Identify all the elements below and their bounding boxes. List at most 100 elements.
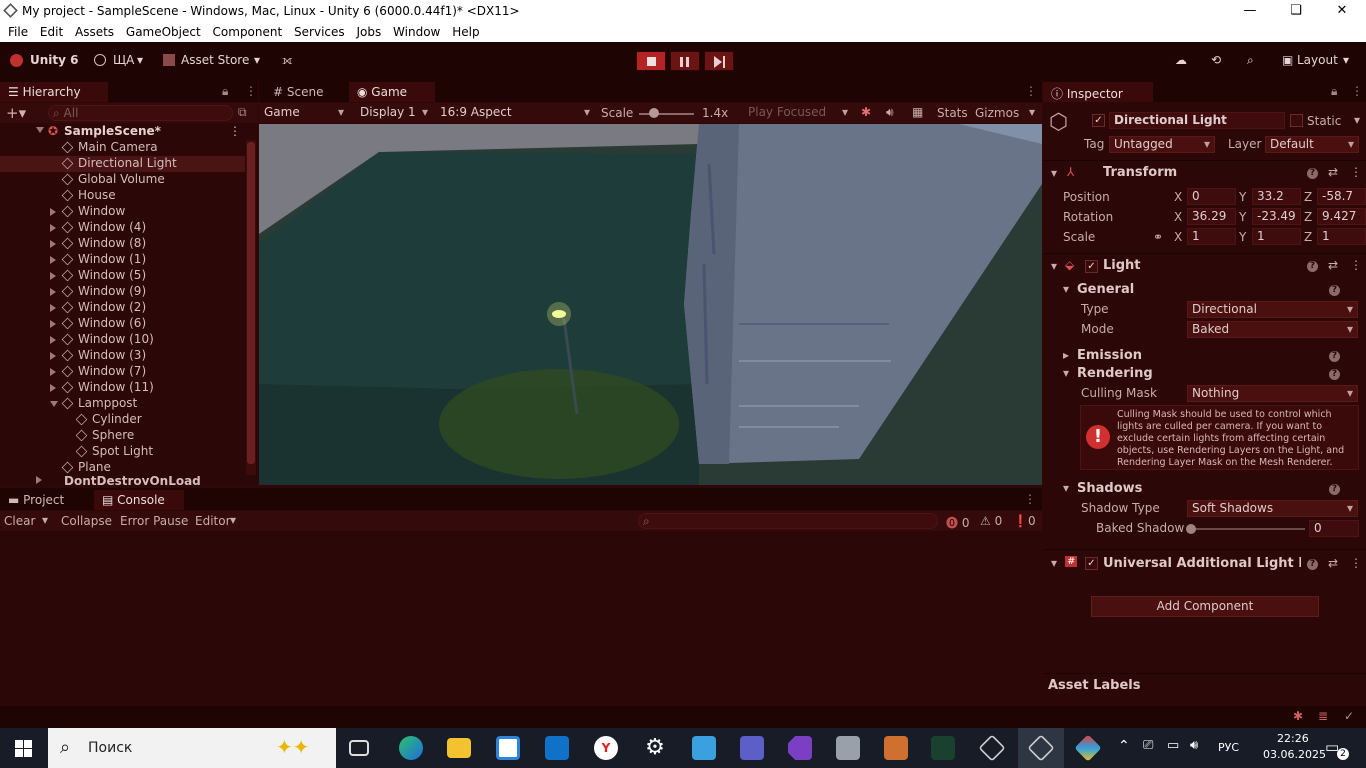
presets-icon[interactable]: ⇄ bbox=[1328, 165, 1338, 179]
step-button[interactable] bbox=[704, 51, 734, 71]
x-axis-label[interactable]: X bbox=[1174, 190, 1182, 204]
help-icon[interactable]: ? bbox=[1307, 559, 1318, 570]
position-x-input[interactable]: 0 bbox=[1187, 188, 1236, 205]
expand-arrow-icon[interactable] bbox=[50, 224, 56, 232]
hierarchy-item[interactable]: Window (3) bbox=[0, 348, 245, 364]
asset-labels-header[interactable]: Asset Labels bbox=[1048, 678, 1140, 693]
search-icon[interactable]: ⌕ bbox=[1247, 53, 1254, 68]
layer-dropdown[interactable]: Default bbox=[1265, 136, 1359, 153]
help-icon[interactable]: ? bbox=[1329, 484, 1340, 495]
active-checkbox[interactable]: ✓ bbox=[1092, 114, 1105, 127]
help-icon[interactable]: ? bbox=[1307, 261, 1318, 272]
urp-enabled-checkbox[interactable]: ✓ bbox=[1085, 557, 1098, 570]
collapse-arrow-icon[interactable]: ▾ bbox=[1063, 282, 1069, 296]
collapse-arrow-icon[interactable]: ▾ bbox=[1063, 366, 1069, 380]
x-axis-label[interactable]: X bbox=[1174, 210, 1182, 224]
scale-y-input[interactable]: 1 bbox=[1252, 228, 1301, 245]
menu-help[interactable]: Help bbox=[448, 23, 483, 39]
menu-gameobject[interactable]: GameObject bbox=[122, 23, 205, 39]
tab-scene[interactable]: # Scene bbox=[265, 82, 351, 102]
hierarchy-item[interactable]: Directional Light bbox=[0, 156, 245, 172]
progress-icon[interactable]: ≣ bbox=[1318, 709, 1328, 723]
hierarchy-item[interactable]: Window (7) bbox=[0, 364, 245, 380]
tray-icon-1[interactable]: ⎚ bbox=[1143, 738, 1153, 753]
visual-studio-icon[interactable] bbox=[788, 736, 812, 760]
x-axis-label[interactable]: X bbox=[1174, 230, 1182, 244]
expand-arrow-icon[interactable] bbox=[50, 352, 56, 360]
unity-menu-button[interactable]: Unity 6 bbox=[30, 53, 79, 67]
warning-count-toggle[interactable]: ⚠ 0 bbox=[980, 514, 1002, 528]
hierarchy-item[interactable]: Global Volume bbox=[0, 172, 245, 188]
tab-console[interactable]: ▤ Console bbox=[94, 490, 184, 510]
dont-destroy-row[interactable]: DontDestroyOnLoad bbox=[0, 476, 245, 485]
stats-button[interactable]: Stats bbox=[937, 106, 968, 120]
error-count-toggle[interactable]: ⓿ 0 bbox=[946, 514, 969, 531]
light-title[interactable]: Light bbox=[1103, 258, 1141, 273]
app-icon-2[interactable] bbox=[931, 736, 955, 760]
expand-arrow-icon[interactable] bbox=[50, 320, 56, 328]
menu-assets[interactable]: Assets bbox=[71, 23, 118, 39]
help-icon[interactable]: ? bbox=[1329, 369, 1340, 380]
more-icon[interactable]: ⋮ bbox=[1350, 258, 1362, 272]
position-z-input[interactable]: -58.7 bbox=[1317, 188, 1366, 205]
menu-file[interactable]: File bbox=[4, 23, 32, 39]
teams-icon[interactable] bbox=[740, 736, 764, 760]
volume-icon[interactable]: 🔊︎ bbox=[1190, 738, 1198, 753]
pause-button[interactable] bbox=[670, 51, 700, 71]
hierarchy-item[interactable]: Window (9) bbox=[0, 284, 245, 300]
calculator-icon[interactable] bbox=[836, 736, 860, 760]
game-render[interactable] bbox=[259, 124, 1042, 485]
task-view-icon[interactable] bbox=[349, 740, 369, 756]
baked-shadow-input[interactable]: 0 bbox=[1309, 520, 1359, 537]
expand-arrow-icon[interactable] bbox=[50, 256, 56, 264]
audio-icon[interactable]: 🔊︎ bbox=[886, 105, 894, 120]
more-icon[interactable]: ⋮ bbox=[229, 124, 241, 138]
scale-z-input[interactable]: 1 bbox=[1317, 228, 1366, 245]
lock-icon[interactable]: 🔒︎ bbox=[1331, 84, 1337, 99]
scale-slider[interactable] bbox=[639, 113, 694, 115]
transform-title[interactable]: Transform bbox=[1103, 165, 1177, 180]
aspect-dropdown[interactable]: 16:9 Aspect bbox=[435, 104, 595, 121]
collapse-button[interactable]: Collapse bbox=[61, 514, 112, 528]
more-icon[interactable]: ⋮ bbox=[1350, 165, 1362, 179]
clock-date[interactable]: 03.06.2025 bbox=[1263, 748, 1326, 761]
more-icon[interactable]: ⋮ bbox=[1350, 556, 1362, 570]
hierarchy-item[interactable]: Main Camera bbox=[0, 140, 245, 156]
hierarchy-item[interactable]: Window (5) bbox=[0, 268, 245, 284]
tab-hierarchy[interactable]: ☰ Hierarchy bbox=[0, 82, 108, 102]
outlook-icon[interactable] bbox=[545, 736, 569, 760]
clock-time[interactable]: 22:26 bbox=[1277, 732, 1309, 745]
hierarchy-scroll-thumb[interactable] bbox=[247, 142, 255, 464]
hierarchy-search-input[interactable]: ⌕ All bbox=[48, 105, 233, 121]
chevron-down-icon[interactable]: ▾ bbox=[1029, 105, 1035, 119]
general-header[interactable]: General bbox=[1077, 282, 1134, 297]
more-icon[interactable]: ⋮ bbox=[1024, 492, 1036, 506]
presets-icon[interactable]: ⇄ bbox=[1328, 556, 1338, 570]
help-icon[interactable]: ? bbox=[1329, 351, 1340, 362]
editor-dropdown[interactable]: Editor bbox=[195, 514, 231, 528]
hierarchy-item[interactable]: Window (6) bbox=[0, 316, 245, 332]
emission-header[interactable]: Emission bbox=[1077, 348, 1142, 363]
maximize-button[interactable]: ❏ bbox=[1273, 0, 1319, 23]
play-button[interactable] bbox=[636, 51, 666, 71]
hierarchy-item[interactable]: Spot Light bbox=[0, 444, 245, 460]
rotation-x-input[interactable]: 36.29 bbox=[1187, 208, 1236, 225]
minimize-button[interactable]: — bbox=[1227, 0, 1273, 23]
expand-arrow-icon[interactable] bbox=[50, 368, 56, 376]
z-axis-label[interactable]: Z bbox=[1304, 190, 1312, 204]
help-icon[interactable]: ? bbox=[1307, 168, 1318, 179]
y-axis-label[interactable]: Y bbox=[1239, 230, 1246, 244]
remote-desktop-icon[interactable] bbox=[692, 736, 716, 760]
filter-icon[interactable]: ⧉ bbox=[238, 105, 247, 120]
rotation-y-input[interactable]: -23.49 bbox=[1252, 208, 1301, 225]
cloud-icon[interactable]: ☁ bbox=[1175, 53, 1187, 67]
log-count-toggle[interactable]: ❗0 bbox=[1013, 514, 1036, 528]
help-icon[interactable]: ? bbox=[1329, 285, 1340, 296]
console-search-input[interactable]: ⌕ bbox=[638, 513, 938, 529]
expand-arrow-icon[interactable] bbox=[50, 336, 56, 344]
taskbar-search-box[interactable]: ⌕ Поиск ✦✦ bbox=[48, 728, 336, 768]
close-button[interactable]: ✕ bbox=[1319, 0, 1365, 23]
language-indicator[interactable]: РУС bbox=[1218, 741, 1239, 754]
unity-hub-icon[interactable] bbox=[978, 734, 1006, 762]
clear-button[interactable]: Clear bbox=[4, 514, 35, 528]
